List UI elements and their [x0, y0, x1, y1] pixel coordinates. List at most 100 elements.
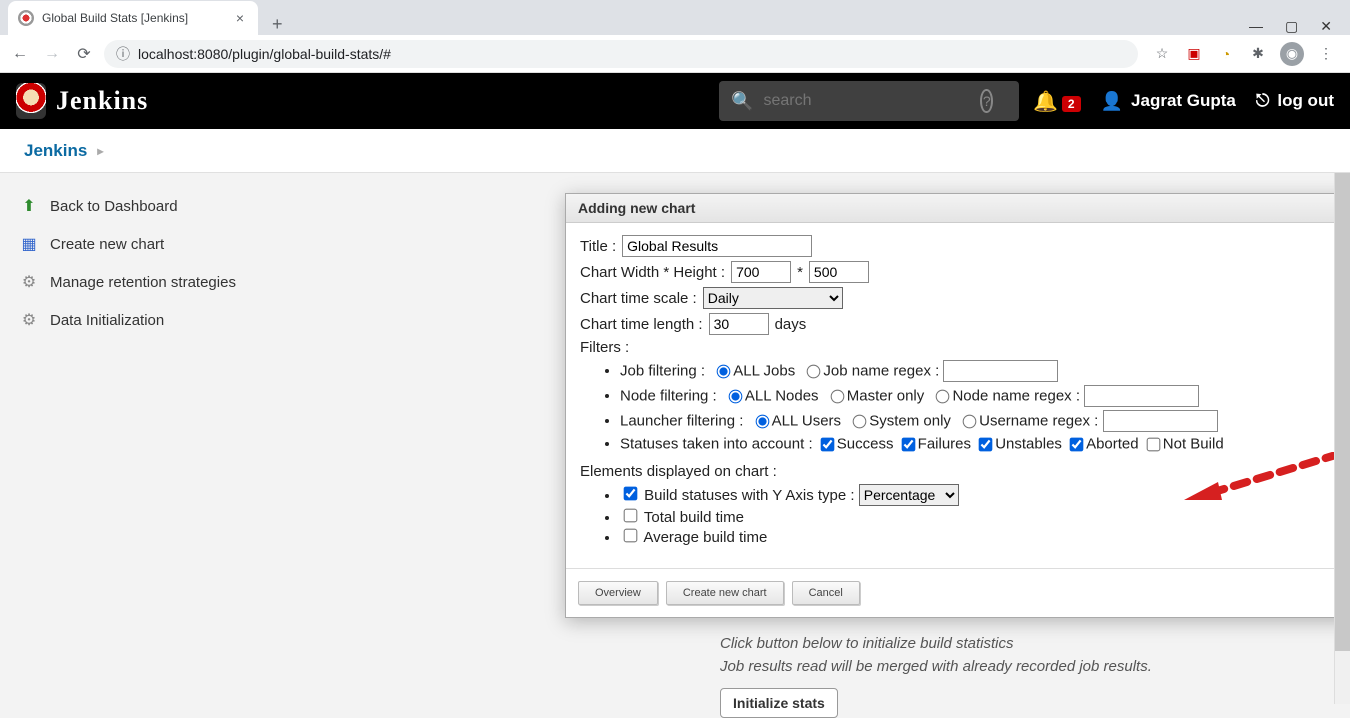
all-jobs-radio[interactable] — [717, 364, 731, 378]
timelength-input[interactable] — [709, 313, 769, 335]
not-build-checkbox[interactable] — [1146, 437, 1160, 451]
dialog-title: Adding new chart — [566, 194, 1350, 223]
all-nodes-radio[interactable] — [729, 389, 743, 403]
launcher-filtering-label: Launcher filtering : — [620, 413, 743, 430]
initialize-stats-button[interactable]: Initialize stats — [720, 688, 838, 718]
browser-tab[interactable]: Global Build Stats [Jenkins] × — [8, 1, 258, 35]
new-tab-button[interactable]: + — [258, 14, 297, 35]
notifications[interactable]: 🔔2 — [1033, 89, 1081, 114]
cancel-button[interactable]: Cancel — [792, 581, 860, 605]
init-text-2: Job results read will be merged with alr… — [720, 656, 1152, 679]
launcher-filtering-row: Launcher filtering : ALL Users System on… — [620, 410, 1350, 432]
user-icon: 👤 — [1101, 91, 1123, 112]
sidebar: ⬆ Back to Dashboard ▦ Create new chart ⚙… — [0, 173, 340, 704]
gear-icon: ⚙ — [18, 309, 40, 331]
create-chart-button[interactable]: Create new chart — [666, 581, 784, 605]
browser-tab-strip: Global Build Stats [Jenkins] × + — ▢ ✕ — [0, 0, 1350, 35]
timescale-select[interactable]: Daily — [703, 287, 843, 309]
sidebar-item-create-chart[interactable]: ▦ Create new chart — [0, 225, 340, 263]
filters-label: Filters : — [580, 339, 629, 356]
success-checkbox[interactable] — [820, 437, 834, 451]
chart-plus-icon: ▦ — [18, 233, 40, 255]
chart-width-input[interactable] — [731, 261, 791, 283]
total-build-time-row: Total build time — [620, 509, 1350, 526]
sidebar-item-dashboard[interactable]: ⬆ Back to Dashboard — [0, 187, 340, 225]
profile-avatar[interactable]: ◉ — [1280, 42, 1304, 66]
reload-button[interactable]: ⟳ — [72, 44, 96, 64]
user-regex-input[interactable] — [1103, 410, 1218, 432]
jenkins-logo[interactable]: Jenkins — [16, 83, 148, 119]
close-window-icon[interactable]: ✕ — [1320, 18, 1332, 35]
close-tab-icon[interactable]: × — [232, 10, 248, 26]
job-regex-radio[interactable] — [807, 364, 821, 378]
node-filtering-row: Node filtering : ALL Nodes Master only N… — [620, 385, 1350, 407]
tab-title: Global Build Stats [Jenkins] — [42, 11, 232, 25]
init-text-1: Click button below to initialize build s… — [720, 633, 1152, 656]
build-statuses-checkbox[interactable] — [624, 486, 638, 500]
chart-height-input[interactable] — [809, 261, 869, 283]
back-button[interactable]: ← — [8, 45, 32, 63]
kebab-menu-icon[interactable]: ⋮ — [1316, 44, 1336, 64]
notification-badge: 2 — [1062, 96, 1081, 112]
job-filtering-row: Job filtering : ALL Jobs Job name regex … — [620, 360, 1350, 382]
user-regex-radio[interactable] — [963, 414, 977, 428]
jenkins-logo-icon — [16, 83, 46, 119]
aborted-checkbox[interactable] — [1070, 437, 1084, 451]
avg-build-time-checkbox[interactable] — [624, 528, 638, 542]
help-icon[interactable]: ? — [980, 89, 993, 113]
avg-build-time-row: Average build time — [620, 529, 1350, 546]
scrollbar-thumb[interactable] — [1335, 173, 1350, 651]
bell-icon: 🔔 — [1033, 91, 1058, 113]
logout-link[interactable]: ⎋ log out — [1256, 91, 1334, 111]
url-text: localhost:8080/plugin/global-build-stats… — [138, 46, 391, 62]
jenkins-header: Jenkins 🔍 ? 🔔2 👤 Jagrat Gupta ⎋ log out — [0, 73, 1350, 129]
chart-title-input[interactable] — [622, 235, 812, 257]
node-regex-radio[interactable] — [936, 389, 950, 403]
arrow-up-icon: ⬆ — [18, 195, 40, 217]
user-name: Jagrat Gupta — [1131, 91, 1236, 111]
dims-sep: * — [797, 264, 803, 281]
main-content: Click button below to initialize build s… — [340, 173, 1350, 704]
search-box[interactable]: 🔍 ? — [719, 81, 1019, 121]
search-input[interactable] — [763, 92, 970, 110]
forward-button[interactable]: → — [40, 45, 64, 63]
jenkins-logo-text: Jenkins — [56, 86, 148, 116]
unstables-checkbox[interactable] — [979, 437, 993, 451]
overview-button[interactable]: Overview — [578, 581, 658, 605]
job-filtering-label: Job filtering : — [620, 363, 705, 380]
node-filtering-label: Node filtering : — [620, 388, 717, 405]
master-only-radio[interactable] — [830, 389, 844, 403]
bookmark-icon[interactable]: ☆ — [1152, 44, 1172, 64]
logout-icon: ⎋ — [1256, 91, 1269, 111]
site-info-icon[interactable]: ⓘ — [116, 44, 130, 64]
search-icon: 🔍 — [731, 91, 753, 112]
user-link[interactable]: 👤 Jagrat Gupta — [1101, 91, 1236, 112]
sidebar-item-data-init[interactable]: ⚙ Data Initialization — [0, 301, 340, 339]
yaxis-type-select[interactable]: Percentage — [859, 484, 959, 506]
minimize-icon[interactable]: — — [1249, 18, 1263, 35]
mcafee-icon[interactable]: ▣ — [1184, 44, 1204, 64]
jenkins-favicon — [18, 10, 34, 26]
total-build-time-checkbox[interactable] — [624, 508, 638, 522]
breadcrumb: Jenkins ▸ — [0, 129, 1350, 173]
timescale-label: Chart time scale : — [580, 290, 697, 307]
maximize-icon[interactable]: ▢ — [1285, 18, 1298, 35]
timelength-label: Chart time length : — [580, 316, 703, 333]
window-controls: — ▢ ✕ — [1249, 18, 1350, 35]
build-statuses-row: Build statuses with Y Axis type : Percen… — [620, 484, 1350, 506]
url-box[interactable]: ⓘ localhost:8080/plugin/global-build-sta… — [104, 40, 1138, 68]
system-only-radio[interactable] — [853, 414, 867, 428]
node-regex-input[interactable] — [1084, 385, 1199, 407]
page-scrollbar[interactable] — [1334, 173, 1350, 704]
extensions-icon[interactable]: ✱ — [1248, 44, 1268, 64]
sidebar-item-label: Data Initialization — [50, 312, 164, 329]
dims-label: Chart Width * Height : — [580, 264, 725, 281]
sidebar-item-retention[interactable]: ⚙ Manage retention strategies — [0, 263, 340, 301]
all-users-radio[interactable] — [755, 414, 769, 428]
job-regex-input[interactable] — [943, 360, 1058, 382]
sidebar-item-label: Create new chart — [50, 236, 164, 253]
round-ext-icon[interactable]: ◔ — [1216, 44, 1236, 64]
failures-checkbox[interactable] — [901, 437, 915, 451]
dialog-footer: Overview Create new chart Cancel — [566, 568, 1350, 617]
breadcrumb-root[interactable]: Jenkins — [24, 141, 87, 161]
